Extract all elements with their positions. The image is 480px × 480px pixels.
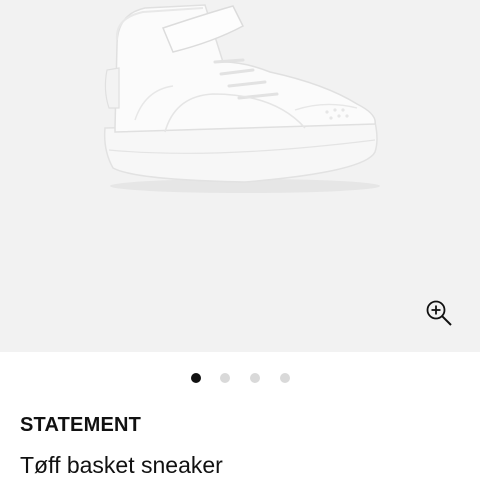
pagination-dot[interactable] xyxy=(220,373,230,383)
product-name: Tøff basket sneaker xyxy=(20,452,223,478)
zoom-button[interactable] xyxy=(422,296,456,330)
product-image xyxy=(103,4,380,193)
pagination-dot-active[interactable] xyxy=(191,373,201,383)
pagination-dot[interactable] xyxy=(250,373,260,383)
product-brand: STATEMENT xyxy=(20,414,142,436)
product-image-gallery[interactable] xyxy=(0,0,480,352)
pagination-dot[interactable] xyxy=(280,373,290,383)
zoom-in-icon xyxy=(426,300,452,326)
image-pagination-dots xyxy=(0,373,480,383)
